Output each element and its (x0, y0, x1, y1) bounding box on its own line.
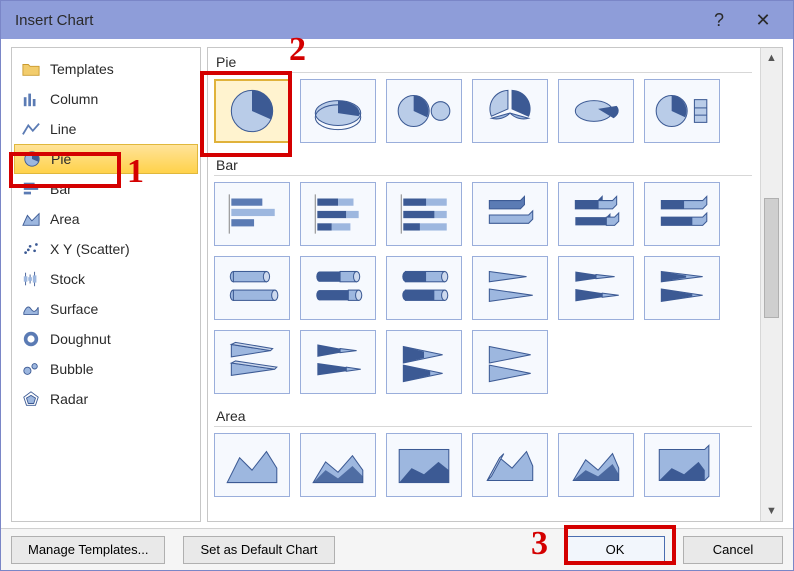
sidebar-item-label: Column (50, 91, 98, 107)
sidebar-item-label: Line (50, 121, 76, 137)
section-label-pie: Pie (214, 50, 752, 73)
chart-tile-bar-cone-stacked-a[interactable] (558, 256, 634, 320)
chart-tile-bar-pyr-stacked-a[interactable] (300, 330, 376, 394)
chart-tile-pie-exploded-3d[interactable] (558, 79, 634, 143)
manage-templates-button[interactable]: Manage Templates... (11, 536, 165, 564)
chart-tile-pie-of-pie[interactable] (386, 79, 462, 143)
sidebar-item-label: Radar (50, 391, 88, 407)
scroll-up-icon[interactable]: ▲ (761, 48, 782, 68)
chart-tile-bar-stacked[interactable] (300, 182, 376, 246)
sidebar-item-scatter[interactable]: X Y (Scatter) (14, 234, 198, 264)
chart-subtype-panel: Pie (207, 47, 783, 522)
chart-tile-bar-pyr-b[interactable] (472, 330, 548, 394)
chart-tile-bar-cyl-stacked-a[interactable] (300, 256, 376, 320)
sidebar-item-line[interactable]: Line (14, 114, 198, 144)
sidebar-item-label: Bubble (50, 361, 94, 377)
line-icon (22, 120, 40, 138)
set-as-default-chart-button[interactable]: Set as Default Chart (183, 536, 334, 564)
chart-tile-bar-cone-stacked-b[interactable] (644, 256, 720, 320)
sidebar-item-stock[interactable]: Stock (14, 264, 198, 294)
scrollbar[interactable]: ▲ ▼ (760, 48, 782, 521)
sidebar-item-area[interactable]: Area (14, 204, 198, 234)
bar-icon (22, 180, 40, 198)
chart-tile-area-2d[interactable] (214, 433, 290, 497)
sidebar-item-pie[interactable]: Pie (14, 144, 198, 174)
close-button[interactable]: ✕ (741, 1, 785, 39)
sidebar-item-label: Templates (50, 61, 114, 77)
chart-tile-bar-stacked100[interactable] (386, 182, 462, 246)
sidebar-item-bar[interactable]: Bar (14, 174, 198, 204)
sidebar-item-label: Surface (50, 301, 98, 317)
sidebar-item-label: Area (50, 211, 80, 227)
chart-tile-bar-of-pie[interactable] (644, 79, 720, 143)
sidebar-item-surface[interactable]: Surface (14, 294, 198, 324)
chart-tile-area-3d[interactable] (472, 433, 548, 497)
sidebar-item-label: X Y (Scatter) (50, 241, 130, 257)
chart-tile-bar-clustered[interactable] (214, 182, 290, 246)
bubble-icon (22, 360, 40, 378)
stock-icon (22, 270, 40, 288)
chart-tile-area-3d-stacked[interactable] (558, 433, 634, 497)
chart-tile-area-stacked100[interactable] (386, 433, 462, 497)
sidebar-item-column[interactable]: Column (14, 84, 198, 114)
chart-tile-pie-exploded[interactable] (472, 79, 548, 143)
sidebar-item-label: Doughnut (50, 331, 111, 347)
radar-icon (22, 390, 40, 408)
chart-type-sidebar: Templates Column Line Pie Bar Area (11, 47, 201, 522)
area-icon (22, 210, 40, 228)
chart-tile-area-stacked[interactable] (300, 433, 376, 497)
scrollbar-thumb[interactable] (764, 198, 779, 318)
sidebar-item-doughnut[interactable]: Doughnut (14, 324, 198, 354)
doughnut-icon (22, 330, 40, 348)
chart-tile-bar-cyl-stacked-b[interactable] (386, 256, 462, 320)
scroll-down-icon[interactable]: ▼ (761, 501, 782, 521)
chart-tile-bar-3d-stacked[interactable] (558, 182, 634, 246)
ok-button[interactable]: OK (565, 536, 665, 564)
sidebar-item-label: Bar (50, 181, 72, 197)
scatter-icon (22, 240, 40, 258)
chart-tile-area-3d-stacked100[interactable] (644, 433, 720, 497)
column-icon (22, 90, 40, 108)
section-label-area: Area (214, 404, 752, 427)
chart-tile-bar-3d-stacked100[interactable] (644, 182, 720, 246)
section-label-bar: Bar (214, 153, 752, 176)
dialog-title: Insert Chart (15, 12, 93, 29)
chart-tile-bar-3d-clustered[interactable] (472, 182, 548, 246)
help-button[interactable]: ? (697, 1, 741, 39)
dialog-footer: Manage Templates... Set as Default Chart… (1, 528, 793, 570)
chart-tile-pie-3d[interactable] (300, 79, 376, 143)
cancel-button[interactable]: Cancel (683, 536, 783, 564)
titlebar: Insert Chart ? ✕ (1, 1, 793, 39)
chart-tile-bar-cyl-clustered[interactable] (214, 256, 290, 320)
surface-icon (22, 300, 40, 318)
sidebar-item-templates[interactable]: Templates (14, 54, 198, 84)
chart-tile-bar-cone-clustered[interactable] (472, 256, 548, 320)
sidebar-item-label: Stock (50, 271, 85, 287)
chart-tile-bar-pyr-clustered[interactable] (214, 330, 290, 394)
sidebar-item-radar[interactable]: Radar (14, 384, 198, 414)
sidebar-item-bubble[interactable]: Bubble (14, 354, 198, 384)
pie-icon (23, 150, 41, 168)
folder-icon (22, 60, 40, 78)
sidebar-item-label: Pie (51, 151, 71, 167)
chart-tile-pie-2d[interactable] (214, 79, 290, 143)
chart-tile-bar-pyr-a[interactable] (386, 330, 462, 394)
insert-chart-dialog: 1 2 3 Insert Chart ? ✕ Templates Column … (0, 0, 794, 571)
